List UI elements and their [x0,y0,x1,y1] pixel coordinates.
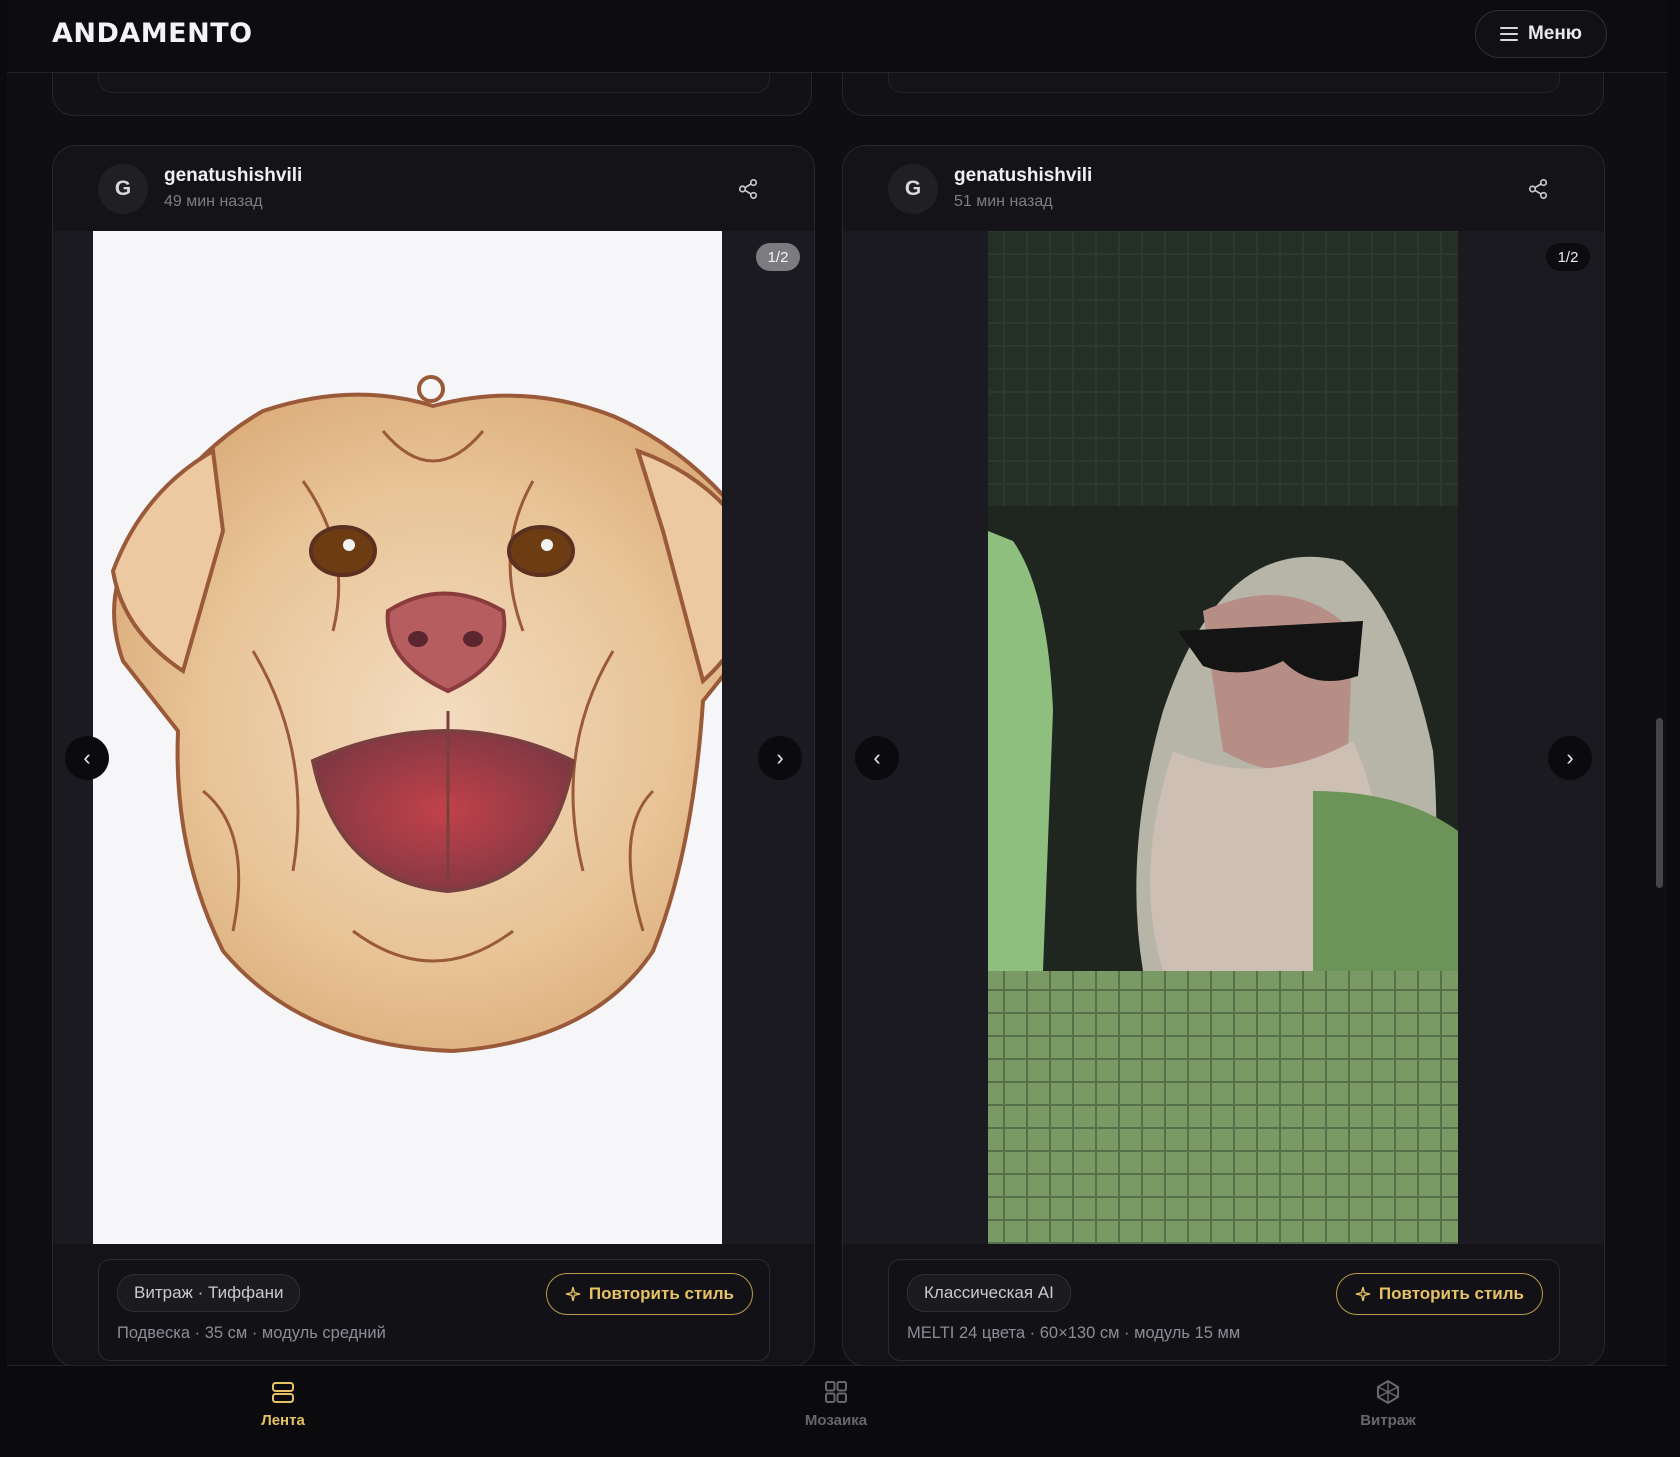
post-header: G genatushishvili 49 мин назад [53,146,814,231]
tab-stained-glass[interactable]: Витраж [1288,1378,1488,1429]
post-image-carousel[interactable]: 1/2 ‹ › [843,231,1604,1244]
top-bar: ANDAMENTO Меню [7,0,1667,73]
style-tag[interactable]: Классическая AI [907,1274,1071,1312]
chevron-left-icon: ‹ [83,745,91,770]
menu-button[interactable]: Меню [1475,10,1607,58]
tab-feed-label: Лента [261,1412,305,1429]
app-logo[interactable]: ANDAMENTO [52,18,253,49]
username[interactable]: genatushishvili [164,165,302,187]
slide-counter: 1/2 [756,243,800,271]
post-image-carousel[interactable]: 1/2 ‹ › [53,231,814,1244]
menu-label: Меню [1527,23,1583,44]
sparkle-icon [565,1286,581,1302]
stained-glass-dog-image [53,231,814,1244]
username[interactable]: genatushishvili [954,165,1092,187]
sparkle-icon [1355,1286,1371,1302]
hamburger-icon [1499,27,1518,41]
feed-icon [272,1382,294,1403]
chevron-left-icon: ‹ [873,745,881,770]
repeat-style-label: Повторить стиль [1378,1284,1524,1303]
avatar[interactable]: G [98,164,148,214]
post-card: G genatushishvili 49 мин назад 1/2 ‹ › В… [52,145,815,1367]
bottom-navigation: Лента Мозаика Витраж [7,1365,1667,1457]
repeat-style-button[interactable]: Повторить стиль [545,1273,753,1315]
share-icon[interactable] [737,178,759,200]
avatar[interactable]: G [888,164,938,214]
next-slide-button[interactable]: › [1548,736,1592,780]
post-time: 51 мин назад [954,193,1053,210]
mosaic-bearded-man-image [843,231,1604,1244]
post-info: Витраж · Тиффани Повторить стиль Подвеск… [98,1259,770,1361]
share-icon[interactable] [1527,178,1549,200]
repeat-style-label: Повторить стиль [588,1284,734,1303]
post-details: MELTI 24 цвета · 60×130 см · модуль 15 м… [907,1324,1241,1342]
tab-mosaic[interactable]: Мозаика [736,1378,936,1429]
tab-stained-glass-label: Витраж [1360,1412,1416,1429]
previous-slide-button[interactable]: ‹ [65,736,109,780]
previous-slide-button[interactable]: ‹ [855,736,899,780]
slide-counter: 1/2 [1546,243,1590,271]
tab-mosaic-label: Мозаика [804,1412,868,1429]
post-header: G genatushishvili 51 мин назад [843,146,1604,231]
chevron-right-icon: › [1566,745,1574,770]
chevron-right-icon: › [776,745,784,770]
post-time: 49 мин назад [164,193,263,210]
post-info: Классическая AI Повторить стиль MELTI 24… [888,1259,1560,1361]
scrollbar[interactable] [1656,718,1663,888]
repeat-style-button[interactable]: Повторить стиль [1335,1273,1543,1315]
post-card: G genatushishvili 51 мин назад 1/2 ‹ › К… [842,145,1605,1367]
post-details: Подвеска · 35 см · модуль средний [117,1324,386,1342]
style-tag[interactable]: Витраж · Тиффани [117,1274,301,1312]
stained-glass-icon [1377,1379,1399,1405]
next-slide-button[interactable]: › [758,736,802,780]
tab-feed[interactable]: Лента [183,1378,383,1429]
grid-icon [825,1381,847,1403]
